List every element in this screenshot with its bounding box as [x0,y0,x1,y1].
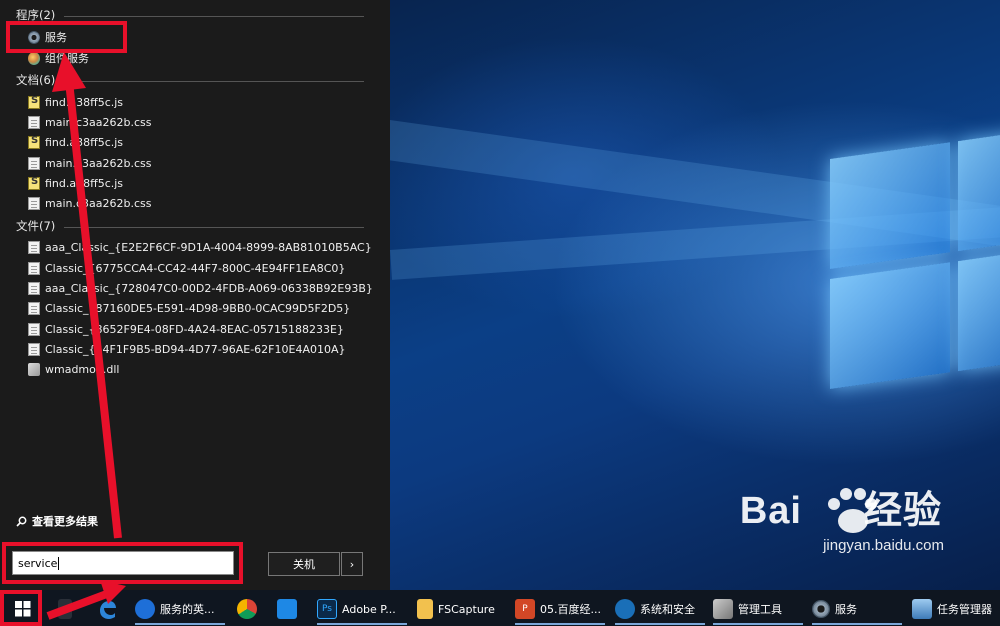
fscapture-icon [417,599,433,619]
result-label: main.c3aa262b.css [45,115,152,129]
result-label: Classic_{34F1F9B5-BD94-4D77-96AE-62F10E4… [45,342,346,356]
running-indicator [515,623,605,625]
taskbar-item-services[interactable]: 服务 [812,594,857,624]
result-file[interactable]: aaa_Classic_{728047C0-00D2-4FDB-A069-063… [28,279,373,297]
taskbar-item-fscapture[interactable]: FSCapture [417,594,495,624]
taskbar-item-label: 任务管理器 [937,603,992,616]
result-label: find.a38ff5c.js [45,95,124,109]
result-file[interactable]: Classic_{8652F9E4-08FD-4A24-8EAC-0571518… [28,320,344,338]
file-icon [28,240,40,254]
result-label: aaa_Classic_{728047C0-00D2-4FDB-A069-063… [45,281,373,295]
result-file[interactable]: Classic_{6775CCA4-CC42-44F7-800C-4E94FF1… [28,259,345,277]
group-divider [64,16,364,17]
taskbar-item-task-view[interactable] [58,594,72,624]
file-icon [28,301,40,315]
system-security-icon [615,599,635,619]
admin-tools-icon [713,599,733,619]
result-document[interactable]: find.a38ff5c.js [28,133,123,151]
task-view-icon [58,599,72,619]
result-file[interactable]: wmadmod.dll [28,360,119,378]
taskbar-item-label: 服务 [835,603,857,616]
result-file[interactable]: Classic_{34F1F9B5-BD94-4D77-96AE-62F10E4… [28,340,346,358]
result-file[interactable]: aaa_Classic_{E2E2F6CF-9D1A-4004-8999-8AB… [28,238,372,256]
taskbar-item-photoshop[interactable]: Ps Adobe P... [317,594,396,624]
js-file-icon [28,95,40,109]
taskbar-item-label: 05.百度经... [540,603,601,616]
result-document[interactable]: find.a38ff5c.js [28,174,123,192]
taskbar-item-chrome[interactable] [237,594,257,624]
result-document[interactable]: main.c3aa262b.css [28,113,152,131]
highlight-search-box [2,542,243,584]
see-more-results-link[interactable]: 查看更多结果 [16,513,98,529]
edge-icon [100,601,116,619]
taskbar-item-task-manager[interactable]: 任务管理器 [912,594,992,624]
running-indicator [812,623,902,625]
file-icon [28,322,40,336]
running-indicator [713,623,803,625]
css-file-icon [28,196,40,210]
file-icon [28,261,40,275]
running-indicator [615,623,705,625]
baidu-watermark-url: jingyan.baidu.com [823,537,944,554]
taskbar-item-system-security[interactable]: 系统和安全 [615,594,695,624]
shutdown-button[interactable]: 关机 [268,552,340,576]
dll-file-icon [28,362,40,376]
running-indicator [317,623,407,625]
result-document[interactable]: find.a38ff5c.js [28,93,123,111]
result-label: Classic_{6775CCA4-CC42-44F7-800C-4E94FF1… [45,261,346,275]
file-icon [28,342,40,356]
chrome-icon [237,599,257,619]
taskbar-item-label: Adobe P... [342,602,396,616]
group-divider [64,227,364,228]
result-label: main.c3aa262b.css [45,196,152,210]
result-file[interactable]: Classic_{87160DE5-E591-4D98-9BB0-0CAC99D… [28,299,350,317]
windows-logo-glass [830,129,1000,419]
group-divider [64,81,364,82]
result-label: Classic_{8652F9E4-08FD-4A24-8EAC-0571518… [45,322,344,336]
taskbar-item-label: 服务的英... [160,603,215,616]
component-services-icon [28,51,40,65]
desktop-wallpaper: Bai 经验 jingyan.baidu.com [390,0,1000,590]
result-document[interactable]: main.c3aa262b.css [28,154,152,172]
sogou-search-icon [135,599,155,619]
taskbar-item-edge[interactable] [96,594,118,624]
task-manager-icon [912,599,932,619]
highlight-start-button [0,590,42,626]
highlight-services-result [6,21,127,53]
running-indicator [135,623,225,625]
result-label: main.c3aa262b.css [45,156,152,170]
taskbar-item-label: 管理工具 [738,603,782,616]
file-icon [28,281,40,295]
result-label: find.a38ff5c.js [45,176,124,190]
group-header-documents: 文档(6) [16,73,56,87]
see-more-results-label: 查看更多结果 [32,515,98,528]
css-file-icon [28,156,40,170]
baidu-watermark: Bai 经验 [739,490,942,532]
taskbar-item-label: 系统和安全 [640,603,695,616]
photoshop-icon: Ps [317,599,337,619]
result-label: wmadmod.dll [45,362,120,376]
powerpoint-icon: P [515,599,535,619]
result-document[interactable]: main.c3aa262b.css [28,194,152,212]
taskbar-item-sogou[interactable]: 服务的英... [135,594,215,624]
taskbar-item-star-app[interactable] [277,594,297,624]
search-icon [16,516,27,527]
css-file-icon [28,115,40,129]
js-file-icon [28,135,40,149]
star-app-icon [277,599,297,619]
taskbar-item-powerpoint[interactable]: P 05.百度经... [515,594,601,624]
result-label: find.a38ff5c.js [45,135,124,149]
result-label: aaa_Classic_{E2E2F6CF-9D1A-4004-8999-8AB… [45,240,372,254]
taskbar-item-admin-tools[interactable]: 管理工具 [713,594,782,624]
taskbar-item-label: FSCapture [438,602,495,616]
taskbar: 服务的英... Ps Adobe P... FSCapture P 05.百度经… [0,590,1000,626]
start-menu-search-results: 程序(2) 服务 组件服务 文档(6) find.a38ff5c.js main… [0,0,390,590]
result-label: Classic_{87160DE5-E591-4D98-9BB0-0CAC99D… [45,301,351,315]
services-icon [812,600,830,618]
group-header-files: 文件(7) [16,219,56,233]
js-file-icon [28,176,40,190]
shutdown-options-button[interactable]: › [341,552,363,576]
